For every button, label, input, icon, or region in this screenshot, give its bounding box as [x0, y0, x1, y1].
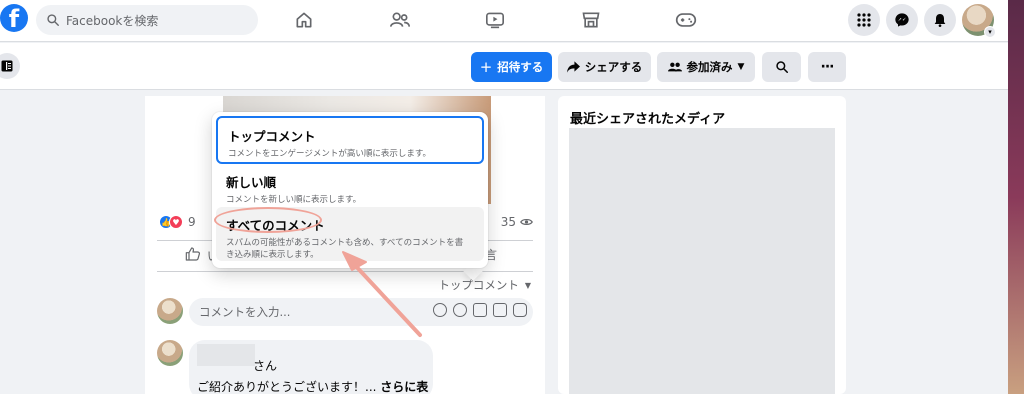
- gaming-icon[interactable]: [674, 8, 698, 32]
- comment-sort-menu: トップコメント コメントをエンゲージメントが高い順に表示します。 新しい順 コメ…: [212, 112, 488, 268]
- like-button[interactable]: い: [185, 246, 219, 266]
- facebook-logo[interactable]: f: [0, 4, 28, 33]
- comment-sort-dropdown[interactable]: トップコメント ▼: [438, 277, 531, 293]
- redacted-commenter-name: [197, 344, 255, 366]
- avatar-sticker-icon[interactable]: [433, 303, 447, 317]
- share-label: シェアする: [584, 60, 643, 74]
- commenter-avatar[interactable]: [157, 340, 183, 366]
- reaction-summary[interactable]: 👍 ♥ 9: [159, 215, 196, 229]
- sort-option-description-line: スパムの可能性があるコメントも含め、すべてのコメントを書: [226, 238, 464, 248]
- current-user-avatar[interactable]: [157, 298, 183, 324]
- annotation-highlight-oval: [214, 207, 322, 233]
- plus-icon: +: [479, 58, 493, 76]
- invite-label: 招待する: [497, 60, 544, 74]
- eye-icon: [520, 218, 533, 226]
- comment-body: ご紹介ありがとうございます！...: [197, 380, 377, 394]
- share-arrow-icon: [566, 61, 580, 73]
- caret-down-icon: ▼: [737, 62, 745, 72]
- sticker-icon[interactable]: [513, 303, 527, 317]
- invite-button[interactable]: + 招待する: [471, 52, 552, 82]
- search-icon: [47, 14, 59, 26]
- sort-option-top-comments[interactable]: トップコメント コメントをエンゲージメントが高い順に表示します。: [216, 116, 484, 164]
- recent-media-card: 最近シェアされたメディア: [558, 96, 846, 394]
- top-navbar: f Facebookを検索 ▾: [0, 0, 1008, 42]
- sort-option-description: コメントをエンゲージメントが高い順に表示します。: [228, 149, 431, 159]
- comment-bubble: さん ご紹介ありがとうございます！... さらに表示: [189, 340, 433, 394]
- more-dots-icon: ···: [820, 59, 835, 75]
- comment-placeholder: コメントを入力...: [199, 305, 291, 319]
- search-group-button[interactable]: [762, 52, 801, 82]
- share-button[interactable]: シェアする: [558, 52, 651, 82]
- more-options-button[interactable]: ···: [808, 52, 846, 82]
- group-action-bar: + 招待する シェアする 参加済み ▼ ···: [0, 43, 1008, 90]
- sort-option-description: コメントを新しい順に表示します。: [226, 195, 362, 205]
- thumbs-up-icon: [185, 247, 201, 261]
- marketplace-icon[interactable]: [579, 8, 603, 32]
- menu-grid-icon[interactable]: [848, 4, 880, 36]
- view-stats: 35: [501, 215, 533, 229]
- search-input[interactable]: Facebookを検索: [36, 5, 258, 35]
- view-count: 35: [500, 215, 516, 229]
- recent-media-thumbnail[interactable]: [569, 128, 835, 394]
- joined-label: 参加済み: [686, 60, 733, 74]
- sort-option-description: スパムの可能性があるコメントも含め、すべてのコメントを書 き込み順に表示します。: [226, 238, 474, 262]
- sort-option-description-line: き込み順に表示します。: [226, 249, 319, 260]
- group-members-icon: [667, 62, 682, 72]
- love-reaction-icon: ♥: [169, 215, 183, 229]
- home-icon[interactable]: [292, 8, 316, 32]
- camera-icon[interactable]: [473, 303, 487, 317]
- sort-option-title: 新しい順: [226, 175, 277, 190]
- caret-down-icon: ▼: [524, 280, 531, 290]
- sort-label: トップコメント: [438, 278, 519, 292]
- search-placeholder: Facebookを検索: [66, 13, 159, 28]
- joined-dropdown-button[interactable]: 参加済み ▼: [657, 52, 755, 82]
- friends-icon[interactable]: [388, 8, 412, 32]
- bell-icon[interactable]: [924, 4, 956, 36]
- account-chevron-down-icon[interactable]: ▾: [984, 26, 996, 38]
- comment-text: ご紹介ありがとうございます！... さらに表示: [197, 378, 433, 394]
- search-icon: [775, 61, 788, 74]
- reaction-count: 9: [188, 215, 196, 229]
- sort-option-title: トップコメント: [228, 129, 316, 144]
- sort-option-newest[interactable]: 新しい順 コメントを新しい順に表示します。: [216, 164, 484, 208]
- desktop-background-edge: [1008, 0, 1024, 394]
- sidebar-toggle-icon[interactable]: [0, 53, 20, 79]
- comment-input[interactable]: コメントを入力...: [189, 298, 533, 326]
- comment-tools: [433, 303, 527, 317]
- commenter-name-suffix: さん: [253, 359, 278, 373]
- recent-media-title: 最近シェアされたメディア: [570, 112, 726, 127]
- messenger-icon[interactable]: [886, 4, 918, 36]
- emoji-icon[interactable]: [453, 303, 467, 317]
- watch-icon[interactable]: [483, 8, 507, 32]
- gif-icon[interactable]: [493, 303, 507, 317]
